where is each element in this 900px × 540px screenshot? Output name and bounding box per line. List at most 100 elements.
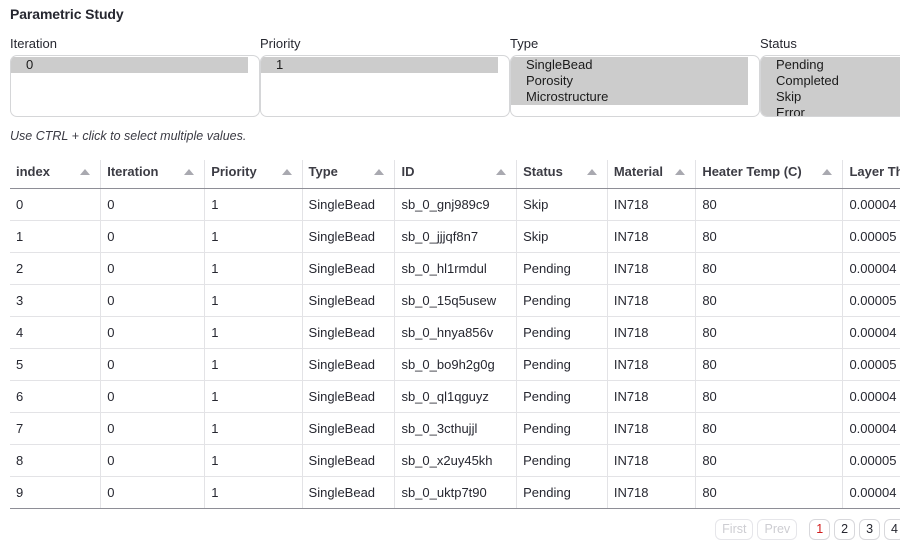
cell-prio: 1 <box>204 380 303 413</box>
cell-type: SingleBead <box>302 412 396 445</box>
sort-ascending-icon[interactable] <box>80 168 91 175</box>
column-header-type[interactable]: Type <box>302 160 396 189</box>
cell-temp: 80 <box>695 412 844 445</box>
cell-temp: 80 <box>695 348 844 381</box>
multiselect-hint: Use CTRL + click to select multiple valu… <box>10 129 247 143</box>
sort-ascending-icon[interactable] <box>586 168 597 175</box>
cell-index: 1 <box>10 220 102 253</box>
pagination-button-4[interactable]: 4 <box>884 519 900 540</box>
type-option-porosity[interactable]: Porosity <box>511 73 748 89</box>
pagination-button-prev: Prev <box>757 519 798 540</box>
table-row: 4 0 1 SingleBead sb_0_hnya856v Pending IN718 80… <box>10 316 900 349</box>
type-option-microstructure[interactable]: Microstructure <box>511 89 748 105</box>
cell-id: sb_0_x2uy45kh <box>394 444 518 477</box>
filter-iteration-label: Iteration <box>10 36 57 51</box>
cell-prio: 1 <box>204 252 303 285</box>
cell-temp: 80 <box>695 252 844 285</box>
cell-status: Skip <box>516 188 608 221</box>
table-row: 2 0 1 SingleBead sb_0_hl1rmdul Pending IN718 80… <box>10 252 900 285</box>
cell-mat: IN718 <box>607 284 697 317</box>
cell-iter: 0 <box>100 348 206 381</box>
cell-type: SingleBead <box>302 444 396 477</box>
cell-type: SingleBead <box>302 284 396 317</box>
cell-iter: 0 <box>100 444 206 477</box>
status-option-error[interactable]: Error <box>761 105 900 116</box>
cell-layer: 0.00005 <box>842 444 900 477</box>
cell-iter: 0 <box>100 412 206 445</box>
cell-id: sb_0_hnya856v <box>394 316 518 349</box>
cell-type: SingleBead <box>302 380 396 413</box>
filter-type-label: Type <box>510 36 539 51</box>
column-header-id[interactable]: ID <box>394 160 518 189</box>
table-row: 5 0 1 SingleBead sb_0_bo9h2g0g Pending IN718 80… <box>10 348 900 381</box>
filter-status: Status Pending Completed Skip Error <box>760 36 900 117</box>
cell-index: 6 <box>10 380 102 413</box>
column-header-iteration[interactable]: Iteration <box>100 160 206 189</box>
cell-status: Pending <box>516 380 608 413</box>
cell-status: Pending <box>516 444 608 477</box>
sort-ascending-icon[interactable] <box>822 168 833 175</box>
column-header-status[interactable]: Status <box>516 160 608 189</box>
column-header-layer-thickness[interactable]: Layer Thickness (m) <box>842 160 900 189</box>
cell-type: SingleBead <box>302 348 396 381</box>
results-table-container: index Iteration Priority Type ID Status … <box>0 160 900 509</box>
sort-ascending-icon[interactable] <box>675 168 686 175</box>
cell-prio: 1 <box>204 284 303 317</box>
cell-temp: 80 <box>695 188 844 221</box>
cell-layer: 0.00005 <box>842 284 900 317</box>
cell-id: sb_0_ql1qguyz <box>394 380 518 413</box>
column-header-heater-temp[interactable]: Heater Temp (C) <box>695 160 844 189</box>
table-row: 6 0 1 SingleBead sb_0_ql1qguyz Pending IN718 80… <box>10 380 900 413</box>
pagination-button-first: First <box>715 519 754 540</box>
table-row: 3 0 1 SingleBead sb_0_15q5usew Pending IN718 80… <box>10 284 900 317</box>
cell-temp: 80 <box>695 284 844 317</box>
status-option-pending[interactable]: Pending <box>761 57 900 73</box>
cell-iter: 0 <box>100 220 206 253</box>
status-option-skip[interactable]: Skip <box>761 89 900 105</box>
cell-id: sb_0_bo9h2g0g <box>394 348 518 381</box>
cell-prio: 1 <box>204 476 303 509</box>
cell-index: 5 <box>10 348 102 381</box>
column-header-index[interactable]: index <box>10 160 102 189</box>
sort-ascending-icon[interactable] <box>374 168 385 175</box>
column-header-priority[interactable]: Priority <box>204 160 303 189</box>
type-option-singlebead[interactable]: SingleBead <box>511 57 748 73</box>
results-table: index Iteration Priority Type ID Status … <box>10 160 900 509</box>
table-header-row: index Iteration Priority Type ID Status … <box>10 160 900 189</box>
cell-iter: 0 <box>100 476 206 509</box>
cell-status: Pending <box>516 284 608 317</box>
cell-id: sb_0_gnj989c9 <box>394 188 518 221</box>
status-option-completed[interactable]: Completed <box>761 73 900 89</box>
pagination-button-3[interactable]: 3 <box>859 519 881 540</box>
filter-priority: Priority 1 <box>260 36 510 117</box>
results-table-body: 0 0 1 SingleBead sb_0_gnj989c9 Skip IN718 80 0.0… <box>10 188 900 509</box>
status-listbox[interactable]: Pending Completed Skip Error <box>760 55 900 117</box>
table-row: 0 0 1 SingleBead sb_0_gnj989c9 Skip IN718 80 0.0… <box>10 188 900 221</box>
iteration-option[interactable]: 0 <box>11 57 248 73</box>
cell-id: sb_0_15q5usew <box>394 284 518 317</box>
type-listbox[interactable]: SingleBead Porosity Microstructure <box>510 55 760 117</box>
priority-listbox[interactable]: 1 <box>260 55 510 117</box>
sort-ascending-icon[interactable] <box>281 168 292 175</box>
priority-option[interactable]: 1 <box>261 57 498 73</box>
cell-iter: 0 <box>100 316 206 349</box>
sort-ascending-icon[interactable] <box>496 168 507 175</box>
iteration-listbox[interactable]: 0 <box>10 55 260 117</box>
cell-type: SingleBead <box>302 188 396 221</box>
sort-ascending-icon[interactable] <box>184 168 195 175</box>
table-row: 1 0 1 SingleBead sb_0_jjjqf8n7 Skip IN718 80 0.0… <box>10 220 900 253</box>
filter-priority-label: Priority <box>260 36 301 51</box>
cell-status: Skip <box>516 220 608 253</box>
cell-layer: 0.00004 <box>842 316 900 349</box>
cell-temp: 80 <box>695 444 844 477</box>
cell-status: Pending <box>516 252 608 285</box>
cell-layer: 0.00004 <box>842 412 900 445</box>
cell-mat: IN718 <box>607 476 697 509</box>
cell-layer: 0.00004 <box>842 252 900 285</box>
pagination-button-2[interactable]: 2 <box>834 519 856 540</box>
table-row: 7 0 1 SingleBead sb_0_3cthujjl Pending IN718 80… <box>10 412 900 445</box>
column-header-heater-temp-label: Heater Temp (C) <box>702 164 802 179</box>
column-header-material[interactable]: Material <box>607 160 697 189</box>
column-header-status-label: Status <box>523 164 563 179</box>
pagination-button-1[interactable]: 1 <box>809 519 831 540</box>
